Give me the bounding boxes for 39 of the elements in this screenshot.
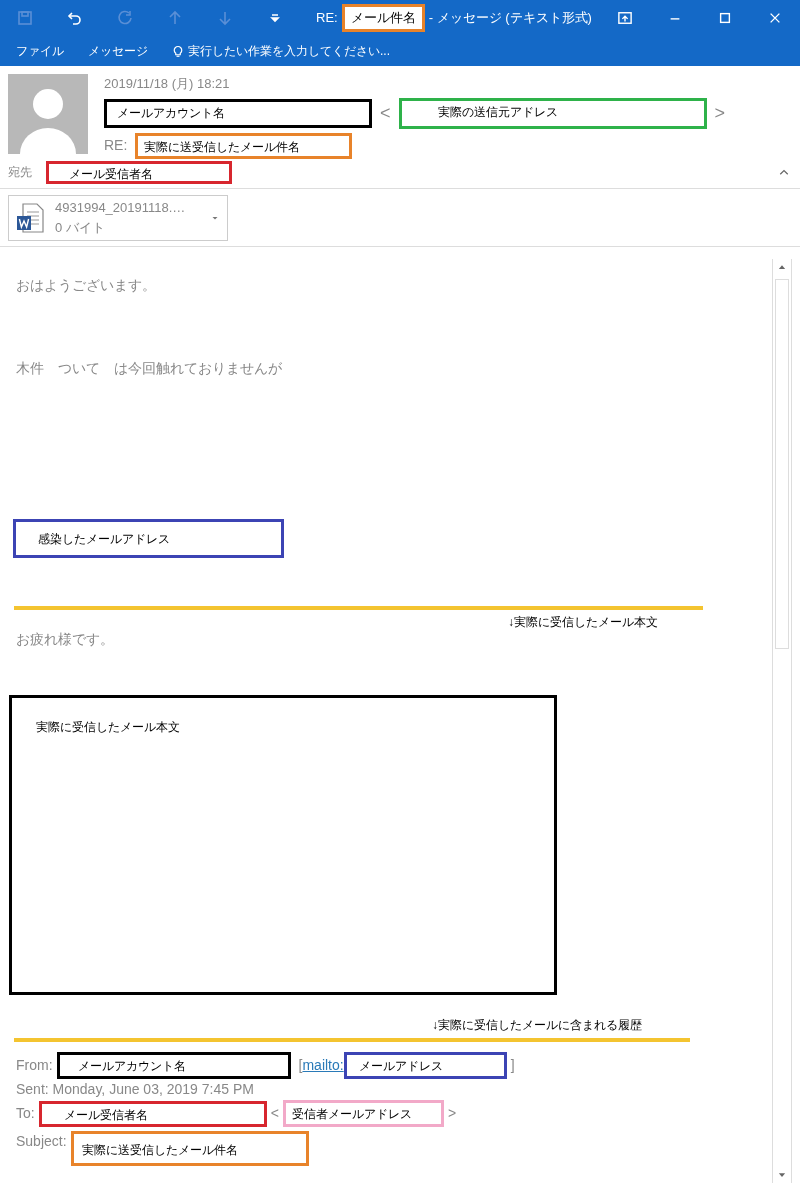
bracket: <: [380, 101, 391, 125]
tell-me-field[interactable]: 実行したい作業を入力してください...: [188, 42, 390, 60]
attachment-size: 0 バイト: [55, 218, 106, 237]
from-label: From:: [16, 1056, 53, 1075]
recipient-address-label: 受信者メールアドレス: [282, 1100, 444, 1127]
bracket: >: [447, 1104, 457, 1123]
greeting-text: お疲れ様です。: [16, 630, 114, 649]
ribbon-tab[interactable]: ファイル: [16, 42, 64, 60]
greeting-text: おはようございます。: [16, 276, 156, 295]
bracket: [: [298, 1056, 303, 1075]
body-text: 木件 ついて は今回触れておりませんが: [16, 359, 282, 378]
subject-label: 実際に送受信したメール件名: [135, 132, 353, 159]
recipient-name-label: メール受信者名: [46, 160, 232, 184]
sent-date: 2019/11/18 (月) 18:21: [104, 75, 231, 93]
recipient-name-label: メール受信者名: [38, 1100, 267, 1127]
bracket: ]: [510, 1056, 515, 1075]
window-title: - メッセージ (テキスト形式): [428, 9, 592, 28]
to-label: To:: [16, 1104, 35, 1123]
received-body-label: 実際に受信したメール本文: [9, 695, 557, 995]
annotation-note: ↓実際に受信したメールに含まれる履歴: [432, 1017, 642, 1034]
subject-prefix: RE:: [104, 136, 128, 155]
sender-address-label: 実際の送信元アドレス: [398, 97, 707, 129]
bracket: >: [714, 101, 726, 125]
sender-name-label: メールアカウント名: [104, 98, 372, 128]
attachment-name: 4931994_20191118.…: [55, 199, 186, 217]
to-label: 宛先: [8, 164, 32, 181]
infected-address-label: 感染したメールアドレス: [13, 519, 284, 558]
mailto-link[interactable]: mailto:: [302, 1055, 344, 1076]
sent-line: Sent: Monday, June 03, 2019 7:45 PM: [16, 1080, 255, 1099]
bracket: <: [270, 1104, 279, 1123]
annotation-note: ↓実際に受信したメール本文: [508, 614, 658, 631]
attachment-card[interactable]: 4931994_20191118.… 0 バイト: [8, 194, 228, 241]
subject-label-text: Subject:: [16, 1132, 67, 1151]
subject-label: 実際に送受信したメール件名: [70, 1131, 309, 1166]
sender-name-label: メールアカウント名: [56, 1052, 291, 1079]
title-prefix: RE:: [316, 9, 338, 28]
ribbon-tab[interactable]: メッセージ: [88, 42, 148, 60]
sender-address-label: メールアドレス: [343, 1052, 507, 1079]
title-subject-label: メール件名: [341, 4, 425, 32]
